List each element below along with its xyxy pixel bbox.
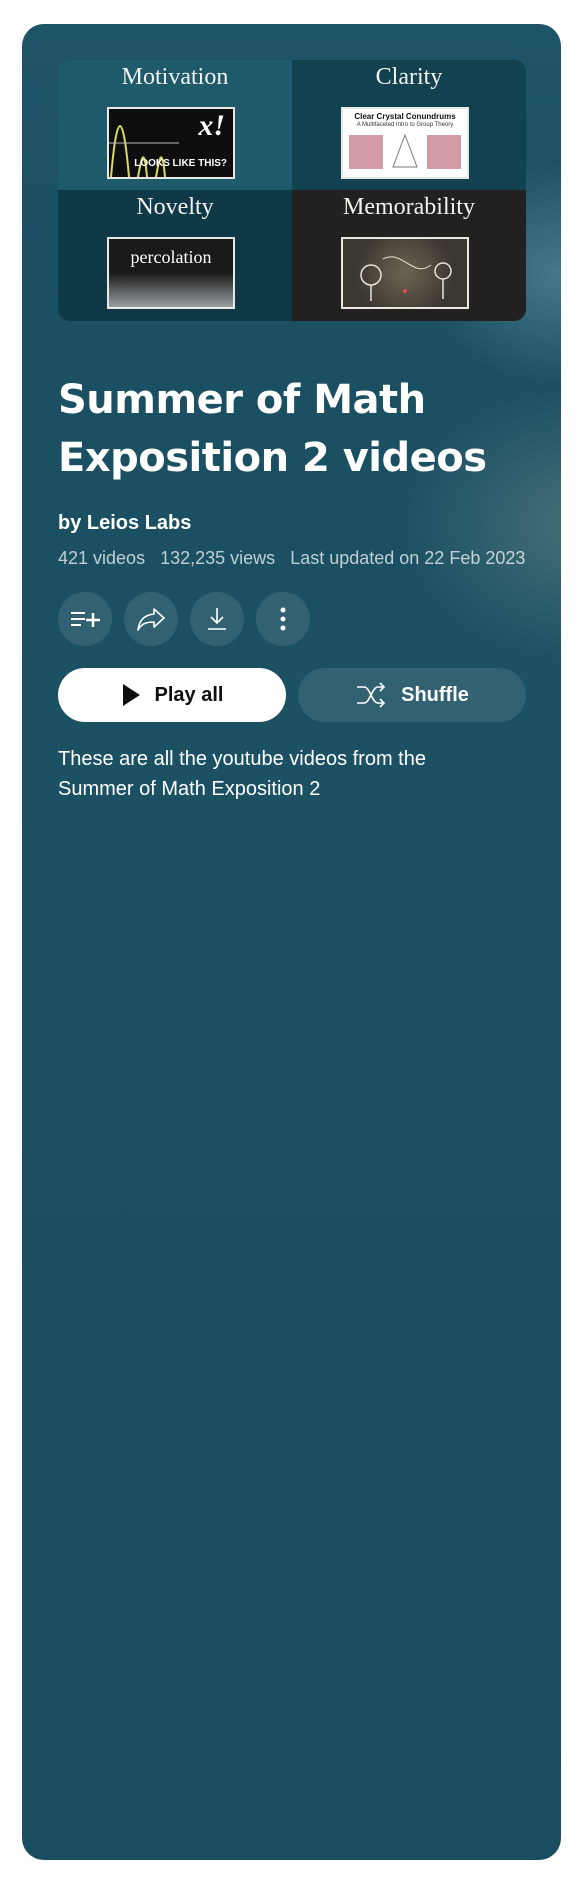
- more-vert-icon: [280, 607, 286, 631]
- play-icon: [122, 684, 140, 706]
- shuffle-label: Shuffle: [401, 683, 469, 706]
- shuffle-button[interactable]: Shuffle: [298, 668, 526, 722]
- add-to-queue-button[interactable]: [58, 592, 112, 646]
- thumbnail-caption: Novelty: [136, 194, 214, 220]
- thumbnail-cell-clarity: Clarity Clear Crystal Conundrums A Multi…: [292, 60, 526, 190]
- thumbnail-caption: Memorability: [343, 194, 475, 220]
- download-icon: [208, 608, 226, 630]
- view-count: 132,235 views: [160, 548, 276, 568]
- playlist-description: These are all the youtube videos from th…: [58, 748, 426, 800]
- play-all-button[interactable]: Play all: [58, 668, 286, 722]
- shuffle-icon: [357, 682, 386, 708]
- thumbnail-cell-motivation: Motivation x! LOOKS LIKE THIS?: [58, 60, 292, 190]
- video-count: 421 videos: [58, 548, 146, 568]
- thumbnail-image: percolation: [107, 237, 235, 309]
- download-button[interactable]: [190, 592, 244, 646]
- crystal-icon: [349, 133, 461, 169]
- chalk-drawing-icon: [360, 256, 452, 301]
- play-all-label: Play all: [154, 683, 224, 706]
- share-icon: [137, 608, 165, 631]
- thumbnail-caption: Clarity: [375, 64, 443, 90]
- thumbnail-image: Clear Crystal Conundrums A Multifaceted …: [341, 107, 469, 179]
- thumbnail-image-text: x!: [198, 109, 225, 142]
- last-updated: Last updated on 22 Feb 2023: [290, 548, 526, 568]
- add-to-queue-icon: [71, 612, 100, 627]
- thumbnail-image-subtext: LOOKS LIKE THIS?: [134, 158, 227, 169]
- playlist-metadata: 421 videos 132,235 views Last updated on…: [58, 548, 535, 569]
- thumbnail-cell-novelty: Novelty percolation: [58, 190, 292, 321]
- thumbnail-image: x! LOOKS LIKE THIS?: [107, 107, 235, 179]
- thumbnail-image-text: percolation: [130, 247, 212, 267]
- thumbnail-cell-memorability: Memorability: [292, 190, 526, 321]
- thumbnail-caption: Motivation: [121, 64, 229, 90]
- playlist-header-card: Motivation x! LOOKS LIKE THIS? Clarity C…: [22, 24, 561, 1860]
- share-button[interactable]: [124, 592, 178, 646]
- playlist-thumbnail[interactable]: Motivation x! LOOKS LIKE THIS? Clarity C…: [58, 60, 526, 321]
- thumbnail-image: [341, 237, 469, 309]
- playlist-owner-link[interactable]: by Leios Labs: [58, 512, 191, 535]
- more-actions-button[interactable]: [256, 592, 310, 646]
- playlist-title: Summer of Math Exposition 2 videos: [58, 377, 487, 481]
